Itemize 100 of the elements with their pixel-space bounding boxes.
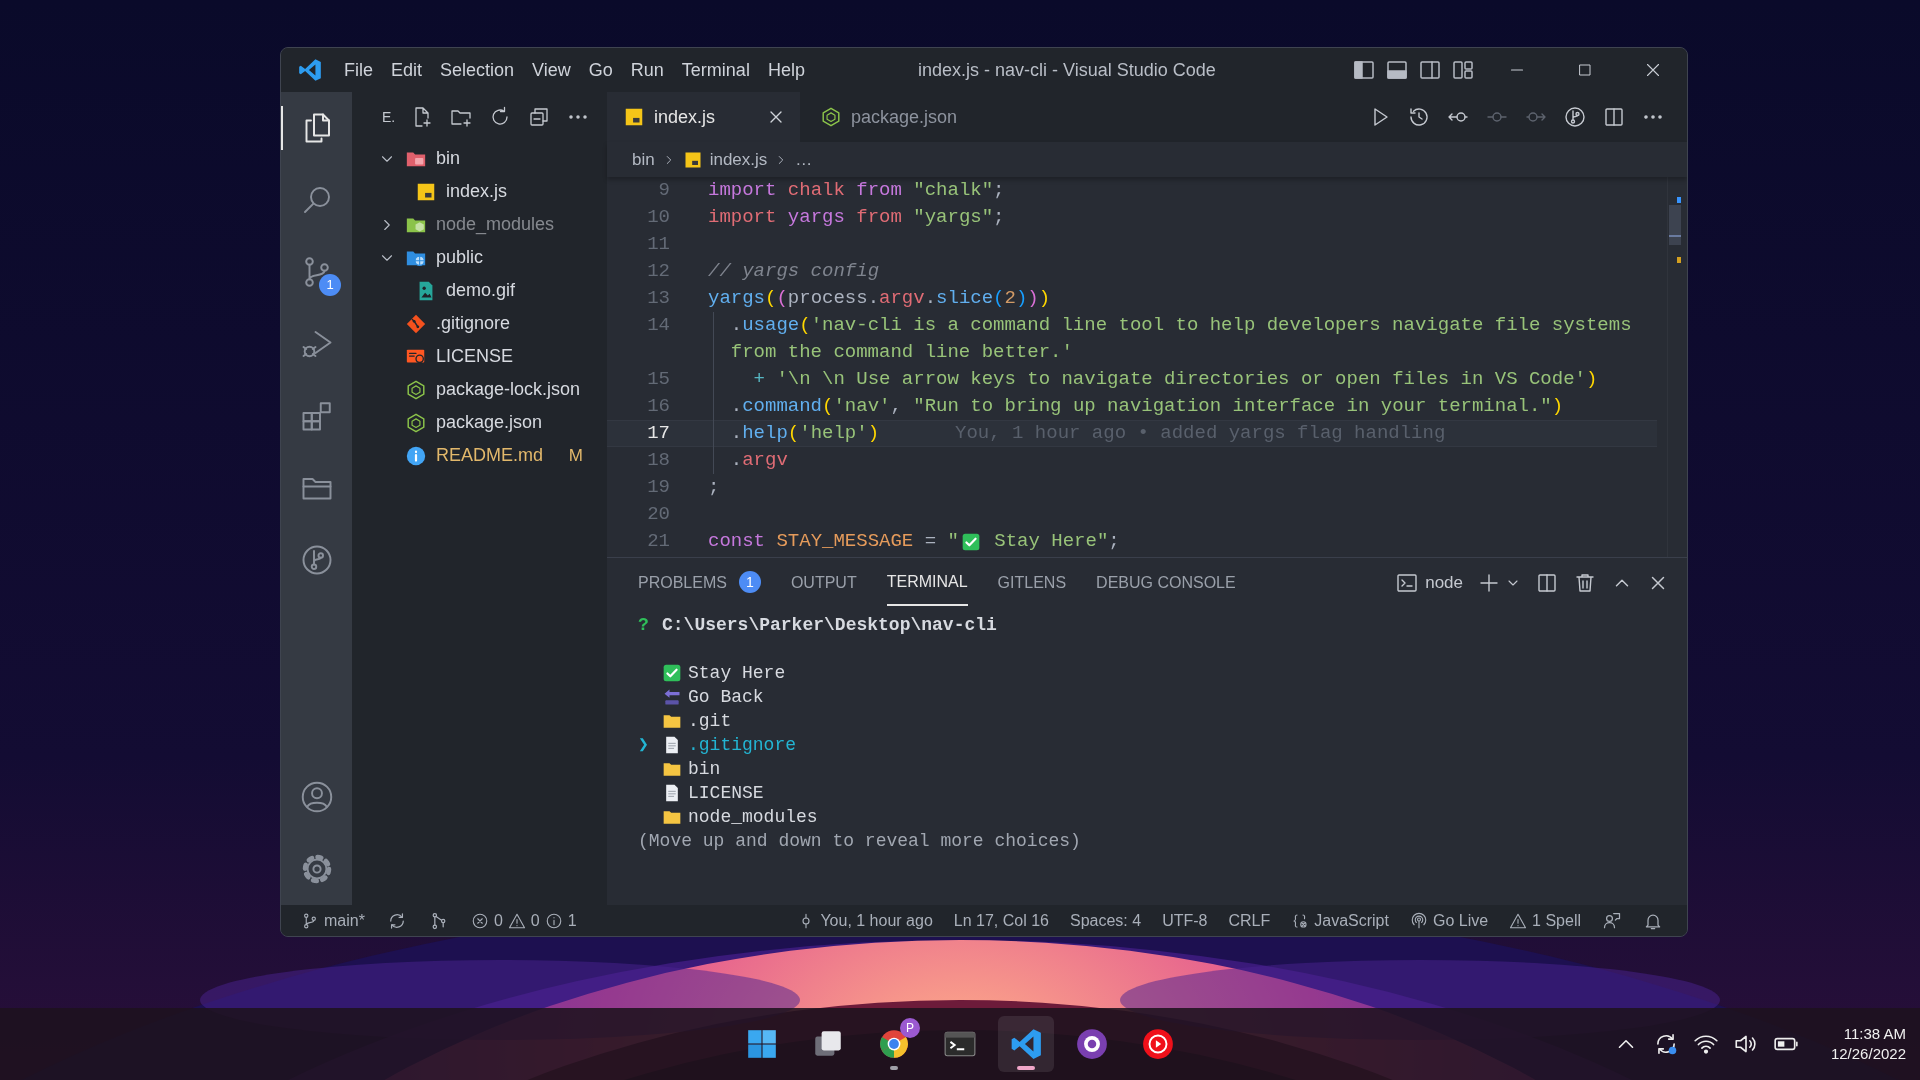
blame-button[interactable]: You, 1 hour ago: [797, 908, 933, 933]
tree-item[interactable]: bin: [436, 145, 461, 172]
start-icon: [745, 1027, 779, 1061]
count-badge: 1: [738, 571, 761, 593]
sidebar-toggle-icon[interactable]: [1417, 58, 1442, 82]
code-line: import yargs from "yargs";: [708, 205, 1005, 231]
menu-item[interactable]: Edit: [382, 54, 432, 86]
count-badge: 1: [319, 274, 341, 296]
code-line: const STAY_MESSAGE = ": [708, 529, 959, 555]
status-item[interactable]: CRLF: [1228, 908, 1271, 933]
line-number: 20: [646, 502, 670, 528]
go-live-button[interactable]: Go Live: [1409, 908, 1489, 933]
app-icon: [1075, 1027, 1109, 1061]
prompt-path: C:\Users\Parker\Desktop\nav-cli: [662, 613, 997, 637]
menu-item[interactable]: Terminal: [672, 54, 759, 86]
app-logo: [297, 57, 323, 83]
branch-circle-icon[interactable]: [1562, 105, 1587, 129]
window-title: index.js - nav-cli - Visual Studio Code: [917, 58, 1216, 82]
tree-item[interactable]: public: [436, 244, 484, 271]
menu-item[interactable]: Selection: [431, 54, 524, 86]
breadcrumb-item[interactable]: index.js: [709, 146, 768, 173]
clock-date[interactable]: 12/26/2022: [1830, 1044, 1906, 1065]
code-line: .help('help'): [730, 421, 880, 447]
breadcrumb-item[interactable]: bin: [632, 146, 655, 173]
hexagon-icon: [820, 106, 843, 128]
line-number: 17: [646, 421, 670, 447]
tree-item[interactable]: node_modules: [436, 211, 555, 238]
menu-item[interactable]: Run: [621, 54, 673, 86]
panel-tab[interactable]: DEBUG CONSOLE: [1096, 558, 1236, 608]
editor-tab[interactable]: package.json: [800, 92, 980, 142]
status-item[interactable]: Spaces: 4: [1069, 908, 1142, 933]
menu-item[interactable]: File: [335, 54, 382, 86]
menu-item[interactable]: Go: [579, 54, 622, 86]
warning-icon: [507, 911, 526, 930]
split-icon[interactable]: [1535, 571, 1559, 595]
feedback-icon[interactable]: [1602, 910, 1622, 931]
error-icon: [470, 911, 489, 930]
editor-tab[interactable]: index.js: [607, 92, 801, 142]
line-number: 19: [646, 475, 670, 501]
plus-icon[interactable]: [1477, 571, 1501, 595]
hint-text: (Move up and down to reveal more choices): [638, 829, 1081, 853]
panel-tab[interactable]: GITLENS: [997, 558, 1067, 608]
tree-item[interactable]: .gitignore: [436, 310, 511, 337]
braces-icon: [1291, 911, 1310, 930]
line-number: 12: [646, 259, 670, 285]
tree-item[interactable]: package.json: [436, 409, 543, 436]
menu-item[interactable]: View: [523, 54, 580, 86]
tree-item[interactable]: README.md: [436, 442, 543, 469]
check-icon: [960, 531, 981, 552]
code-editor-icon: [1009, 1027, 1043, 1061]
info-icon: [544, 911, 563, 930]
breadcrumb-item[interactable]: …: [795, 146, 813, 173]
line-number: 14: [646, 313, 670, 339]
clock-time[interactable]: 11:38 AM: [1830, 1023, 1906, 1044]
check-icon: [662, 663, 682, 683]
code-line: .command('nav', "Run to bring up navigation interface in your terminal."): [730, 394, 1564, 420]
code-line: ;: [708, 475, 720, 501]
panel-toggle-icon[interactable]: [1384, 58, 1409, 82]
panel-tab[interactable]: OUTPUT: [790, 558, 857, 608]
taskbar-app-button[interactable]: P: [866, 1016, 922, 1072]
prompt-mark: ?: [638, 613, 650, 637]
line-number: 16: [646, 394, 670, 420]
problems-button[interactable]: 0 0 1: [470, 908, 577, 933]
tree-item[interactable]: index.js: [446, 178, 508, 205]
status-item[interactable]: UTF-8: [1162, 908, 1208, 933]
line-number: 21: [646, 529, 670, 555]
code-line: .usage('nav-cli is a command line tool to help developers navigate file systems: [730, 313, 1632, 339]
status-letter: M: [568, 444, 583, 467]
tree-item[interactable]: LICENSE: [436, 343, 514, 370]
code-line: Stay Here";: [993, 529, 1120, 555]
code-line: yargs((process.argv.slice(2))): [708, 286, 1051, 312]
branch-icon: [301, 911, 319, 930]
active-indicator: [281, 106, 283, 150]
language-button[interactable]: JavaScript: [1291, 908, 1389, 933]
code-line: // yargs config: [708, 259, 880, 285]
tree-item[interactable]: package-lock.json: [436, 376, 581, 403]
terminal-instance-button[interactable]: node: [1395, 570, 1463, 596]
menu-item[interactable]: Help: [758, 54, 814, 86]
branch-button[interactable]: main*: [301, 908, 365, 933]
sidebar-title: E.: [382, 107, 396, 127]
hexagon-icon: [405, 411, 427, 434]
panel-tab[interactable]: PROBLEMS 1: [638, 558, 761, 608]
diamond-icon: [405, 312, 427, 335]
js-file-icon: [623, 106, 645, 128]
selection-pointer: ❯: [638, 734, 649, 755]
tree-item[interactable]: demo.gif: [446, 277, 516, 304]
trash-icon[interactable]: [1573, 571, 1597, 595]
profile-badge: P: [900, 1018, 920, 1038]
panel-tab[interactable]: TERMINAL: [886, 558, 968, 608]
code-line: + '\n \n Use arrow keys to navigate directories or open files in VS Code'): [752, 367, 1598, 393]
layout-icon[interactable]: [1450, 58, 1475, 82]
sidebar-toggle-icon[interactable]: [1351, 58, 1376, 82]
play-circle-icon: [1141, 1027, 1175, 1061]
line-number: 11: [646, 232, 670, 258]
hexagon-icon: [405, 378, 427, 401]
terminal-icon: [1395, 571, 1420, 595]
line-number: 13: [646, 286, 670, 312]
status-item[interactable]: Ln 17, Col 16: [953, 908, 1049, 933]
taskbar-app-button[interactable]: [998, 1016, 1054, 1072]
spell-button[interactable]: 1 Spell: [1509, 908, 1581, 933]
